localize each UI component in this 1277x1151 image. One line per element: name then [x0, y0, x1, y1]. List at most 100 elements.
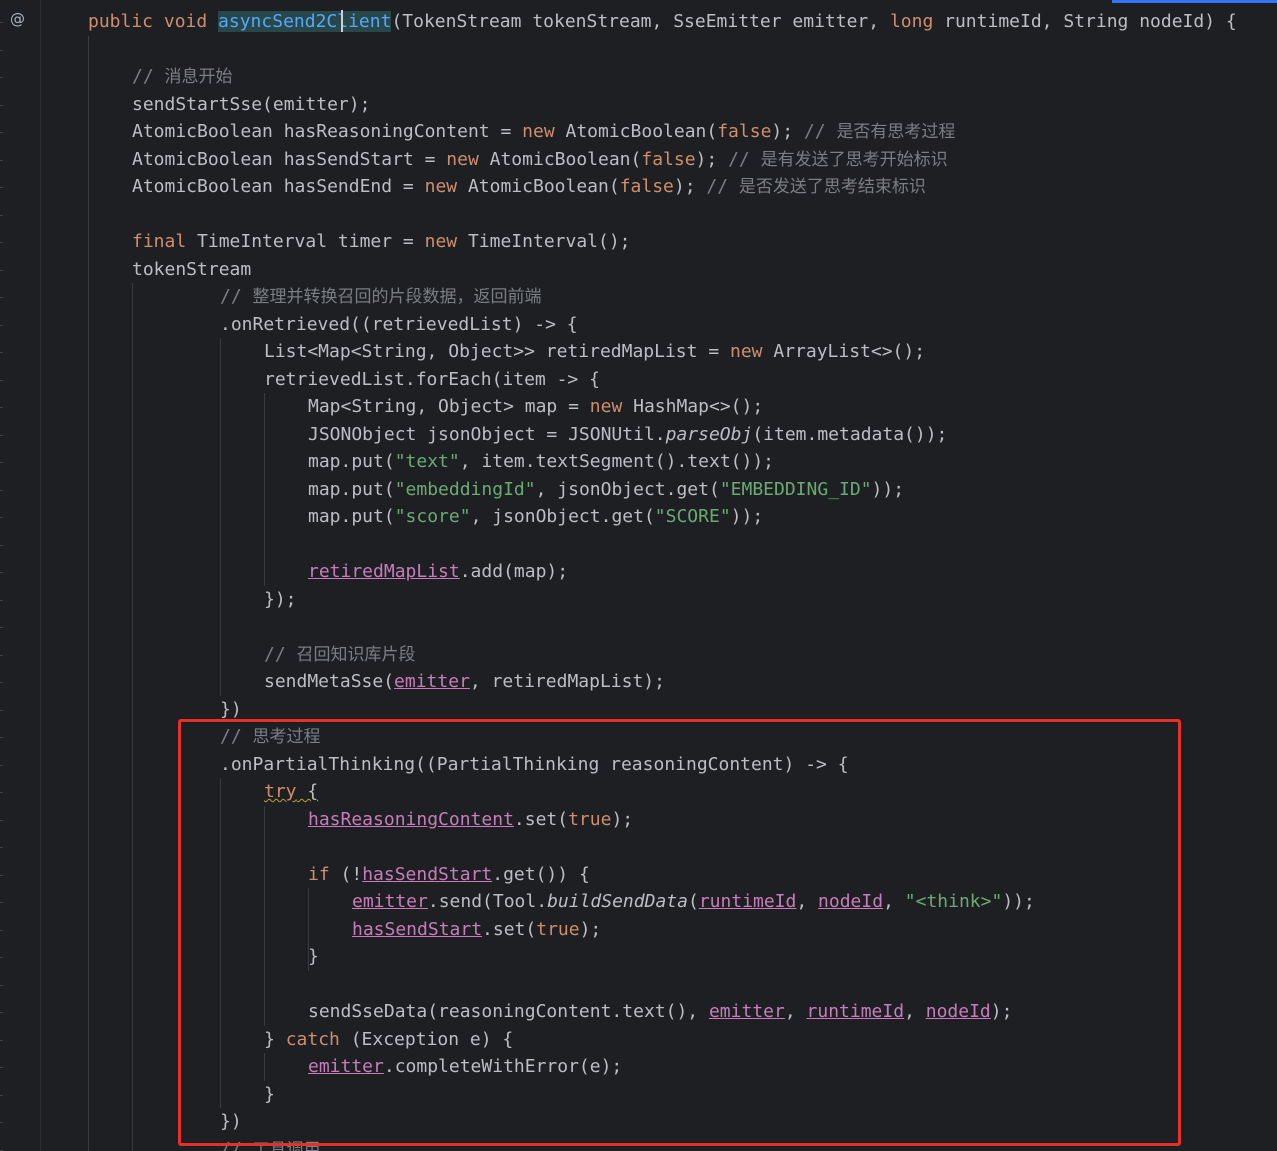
code-line[interactable]: AtomicBoolean hasReasoningContent = new … — [132, 118, 955, 145]
code-token: , jsonObject.get( — [470, 506, 655, 527]
code-token: )); — [1002, 891, 1035, 912]
code-token: ArrayList<>(); — [762, 341, 926, 362]
code-line[interactable]: AtomicBoolean hasSendStart = new AtomicB… — [132, 146, 948, 173]
code-token: , item.textSegment().text()); — [459, 451, 775, 472]
code-token: }); — [264, 588, 297, 610]
code-token: ); — [673, 176, 707, 197]
code-line[interactable]: sendStartSse(emitter); — [132, 91, 370, 118]
code-token: ); — [990, 1001, 1013, 1022]
code-token: sendMetaSse( — [264, 671, 395, 692]
code-token: new — [446, 148, 479, 170]
code-line[interactable]: emitter.send(Tool.buildSendData(runtimeI… — [352, 888, 1035, 915]
code-line[interactable]: // 召回知识库片段 — [264, 641, 416, 668]
code-token: hasSendStart — [362, 863, 493, 885]
code-token: 思考过程 — [252, 727, 321, 747]
code-line[interactable]: .onRetrieved((retrievedList) -> { — [220, 311, 578, 338]
code-token: runtimeId, String nodeId) { — [933, 11, 1237, 32]
code-token: new — [424, 231, 458, 252]
code-line[interactable]: AtomicBoolean hasSendEnd = new AtomicBoo… — [132, 173, 926, 200]
code-line[interactable]: retiredMapList.add(map); — [308, 558, 568, 585]
code-line[interactable]: // 消息开始 — [132, 63, 233, 90]
code-line[interactable]: List<Map<String, Object>> retiredMapList… — [264, 338, 925, 365]
code-token: TimeInterval(); — [457, 231, 631, 252]
code-token: // — [728, 148, 761, 170]
code-token: (Exception e) { — [339, 1028, 514, 1050]
code-line[interactable]: // 工具调用 — [220, 1136, 321, 1151]
code-token: AtomicBoolean( — [478, 148, 642, 170]
code-token: "SCORE" — [654, 506, 731, 527]
code-line[interactable]: }); — [264, 586, 297, 613]
code-line[interactable]: map.put("score", jsonObject.get("SCORE")… — [308, 503, 763, 530]
code-token: )); — [730, 506, 764, 527]
code-line[interactable]: } — [264, 1081, 275, 1108]
code-token: public void — [88, 11, 219, 32]
code-token: Map<String, Object> map = — [308, 396, 590, 417]
code-line[interactable]: } catch (Exception e) { — [264, 1026, 513, 1053]
code-token: // — [220, 286, 253, 307]
code-token: 是否发送了思考结束标识 — [738, 177, 926, 197]
code-token: .onPartialThinking((PartialThinking reas… — [220, 753, 849, 775]
code-token: (! — [329, 863, 363, 885]
code-line[interactable]: map.put("embeddingId", jsonObject.get("E… — [308, 476, 904, 503]
code-token: 消息开始 — [164, 67, 233, 87]
code-line[interactable]: Map<String, Object> map = new HashMap<>(… — [308, 393, 763, 420]
code-token: "text" — [394, 451, 460, 472]
code-line[interactable]: try { — [264, 778, 318, 805]
code-line[interactable]: .onPartialThinking((PartialThinking reas… — [220, 751, 849, 778]
code-token: catch — [285, 1028, 340, 1050]
code-line[interactable]: public void asyncSend2Client(TokenStream… — [88, 8, 1237, 35]
code-token: .send(Tool. — [427, 891, 548, 912]
code-token: .set( — [513, 808, 569, 830]
code-token: ); — [579, 918, 602, 940]
code-token: .set( — [482, 918, 537, 940]
code-line[interactable]: } — [308, 943, 319, 970]
code-line[interactable]: emitter.completeWithError(e); — [308, 1053, 622, 1080]
code-token: 召回知识库片段 — [296, 644, 416, 665]
code-line[interactable]: }) — [220, 696, 242, 723]
code-token: runtimeId — [806, 1001, 905, 1022]
code-line[interactable]: // 思考过程 — [220, 723, 321, 750]
code-line[interactable]: if (!hasSendStart.get()) { — [308, 861, 590, 888]
code-token: ( — [687, 891, 699, 912]
code-line[interactable]: sendSseData(reasoningContent.text(), emi… — [308, 998, 1012, 1025]
code-token: TimeInterval timer = — [186, 231, 425, 252]
code-token: AtomicBoolean( — [554, 121, 718, 142]
code-token: ); — [611, 808, 634, 830]
code-token: } — [264, 1083, 275, 1105]
code-line[interactable]: final TimeInterval timer = new TimeInter… — [132, 228, 631, 255]
code-token: buildSendData — [547, 891, 688, 912]
code-line[interactable]: retrievedList.forEach(item -> { — [264, 366, 600, 393]
code-token: 整理并转换召回的片段数据，返回前端 — [252, 287, 542, 307]
code-token: map.put( — [308, 478, 395, 500]
code-line[interactable]: JSONObject jsonObject = JSONUtil.parseOb… — [308, 421, 947, 448]
code-token: .get()) { — [492, 863, 590, 885]
code-editor[interactable]: @ public void asyncSend2Client(TokenStre… — [0, 0, 1277, 1151]
code-line[interactable]: hasReasoningContent.set(true); — [308, 806, 633, 833]
code-line[interactable]: }) — [220, 1108, 242, 1135]
code-line[interactable]: tokenStream — [132, 256, 251, 283]
code-area[interactable]: public void asyncSend2Client(TokenStream… — [0, 0, 1277, 1151]
code-line[interactable]: sendMetaSse(emitter, retiredMapList); — [264, 668, 665, 695]
code-token: emitter — [394, 671, 470, 692]
code-token: HashMap<>(); — [622, 396, 764, 417]
code-token: retiredMapList — [308, 561, 460, 582]
code-line[interactable]: map.put("text", item.textSegment().text(… — [308, 448, 774, 475]
code-token: JSONObject jsonObject = JSONUtil. — [308, 423, 666, 445]
code-token: 工具调用 — [252, 1139, 321, 1151]
code-token: AtomicBoolean hasReasoningContent = — [132, 121, 523, 142]
code-token: // — [220, 1138, 253, 1151]
code-token: AtomicBoolean hasSendEnd = — [132, 176, 425, 197]
code-token: // — [264, 643, 297, 665]
code-token: nodeId — [818, 891, 884, 912]
code-line[interactable]: // 整理并转换召回的片段数据，返回前端 — [220, 283, 542, 310]
code-token: , — [904, 1001, 926, 1022]
code-token: sendSseData(reasoningContent.text(), — [308, 1001, 709, 1022]
code-token: emitter — [708, 1001, 785, 1022]
code-token: // — [706, 176, 739, 197]
code-token: parseObj — [665, 423, 753, 445]
code-token: new — [730, 341, 763, 362]
code-token: )); — [871, 478, 905, 500]
code-line[interactable]: hasSendStart.set(true); — [352, 916, 601, 943]
code-token: .completeWithError(e); — [383, 1056, 623, 1077]
code-token: false — [641, 148, 696, 170]
